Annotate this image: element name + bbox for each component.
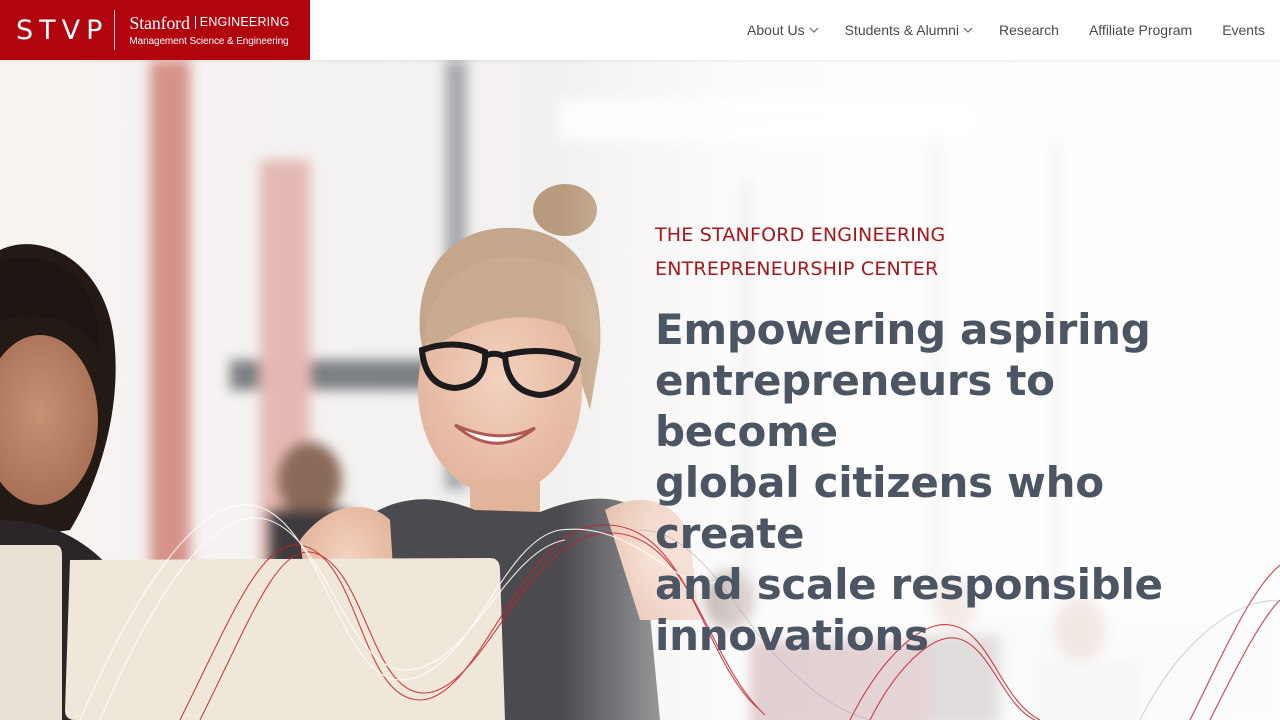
hero-eyebrow-line-1: THE STANFORD ENGINEERING (655, 224, 946, 246)
logo-stanford-text: Stanford (129, 12, 190, 33)
nav-item-label: Research (999, 22, 1059, 38)
logo-divider (114, 10, 116, 50)
nav-item-events[interactable]: Events (1207, 0, 1280, 60)
logo-stvp-wordmark: STVP (16, 14, 109, 46)
nav-item-students-alumni[interactable]: Students & Alumni (830, 0, 984, 60)
nav-item-about-us[interactable]: About Us (732, 0, 830, 60)
nav-item-label: About Us (747, 22, 805, 38)
hero-headline-line: Empowering aspiring (655, 305, 1151, 354)
main-nav: About Us Students & Alumni Research Affi… (732, 0, 1280, 60)
logo-engineering-text: ENGINEERING (199, 15, 290, 30)
hero-headline-line: and scale responsible (655, 560, 1163, 609)
logo-small-divider (194, 16, 196, 29)
nav-item-label: Events (1222, 22, 1265, 38)
hero-headline-line: entrepreneurs to become (655, 356, 1055, 456)
logo-stanford-engineering: Stanford ENGINEERING Management Science … (129, 14, 289, 47)
hero-section: THE STANFORD ENGINEERING ENTREPRENEURSHI… (0, 60, 1280, 720)
nav-item-label: Affiliate Program (1088, 22, 1193, 38)
chevron-down-icon (963, 27, 973, 33)
hero-headline-line: innovations (655, 611, 929, 660)
hero-text-block: THE STANFORD ENGINEERING ENTREPRENEURSHI… (655, 218, 1215, 661)
hero-eyebrow-line-2: ENTREPRENEURSHIP CENTER (655, 258, 939, 280)
chevron-down-icon (809, 27, 819, 33)
nav-item-research[interactable]: Research (984, 0, 1074, 60)
nav-item-label: Students & Alumni (844, 22, 960, 38)
hero-headline-line: global citizens who create (655, 458, 1104, 558)
nav-item-affiliate-program[interactable]: Affiliate Program (1074, 0, 1207, 60)
hero-headline: Empowering aspiring entrepreneurs to bec… (655, 304, 1215, 661)
hero-eyebrow: THE STANFORD ENGINEERING ENTREPRENEURSHI… (655, 218, 1215, 286)
stvp-logo-link[interactable]: STVP Stanford ENGINEERING Management Sci… (0, 0, 310, 60)
site-header: STVP Stanford ENGINEERING Management Sci… (0, 0, 1280, 60)
logo-department-text: Management Science & Engineering (129, 35, 289, 47)
